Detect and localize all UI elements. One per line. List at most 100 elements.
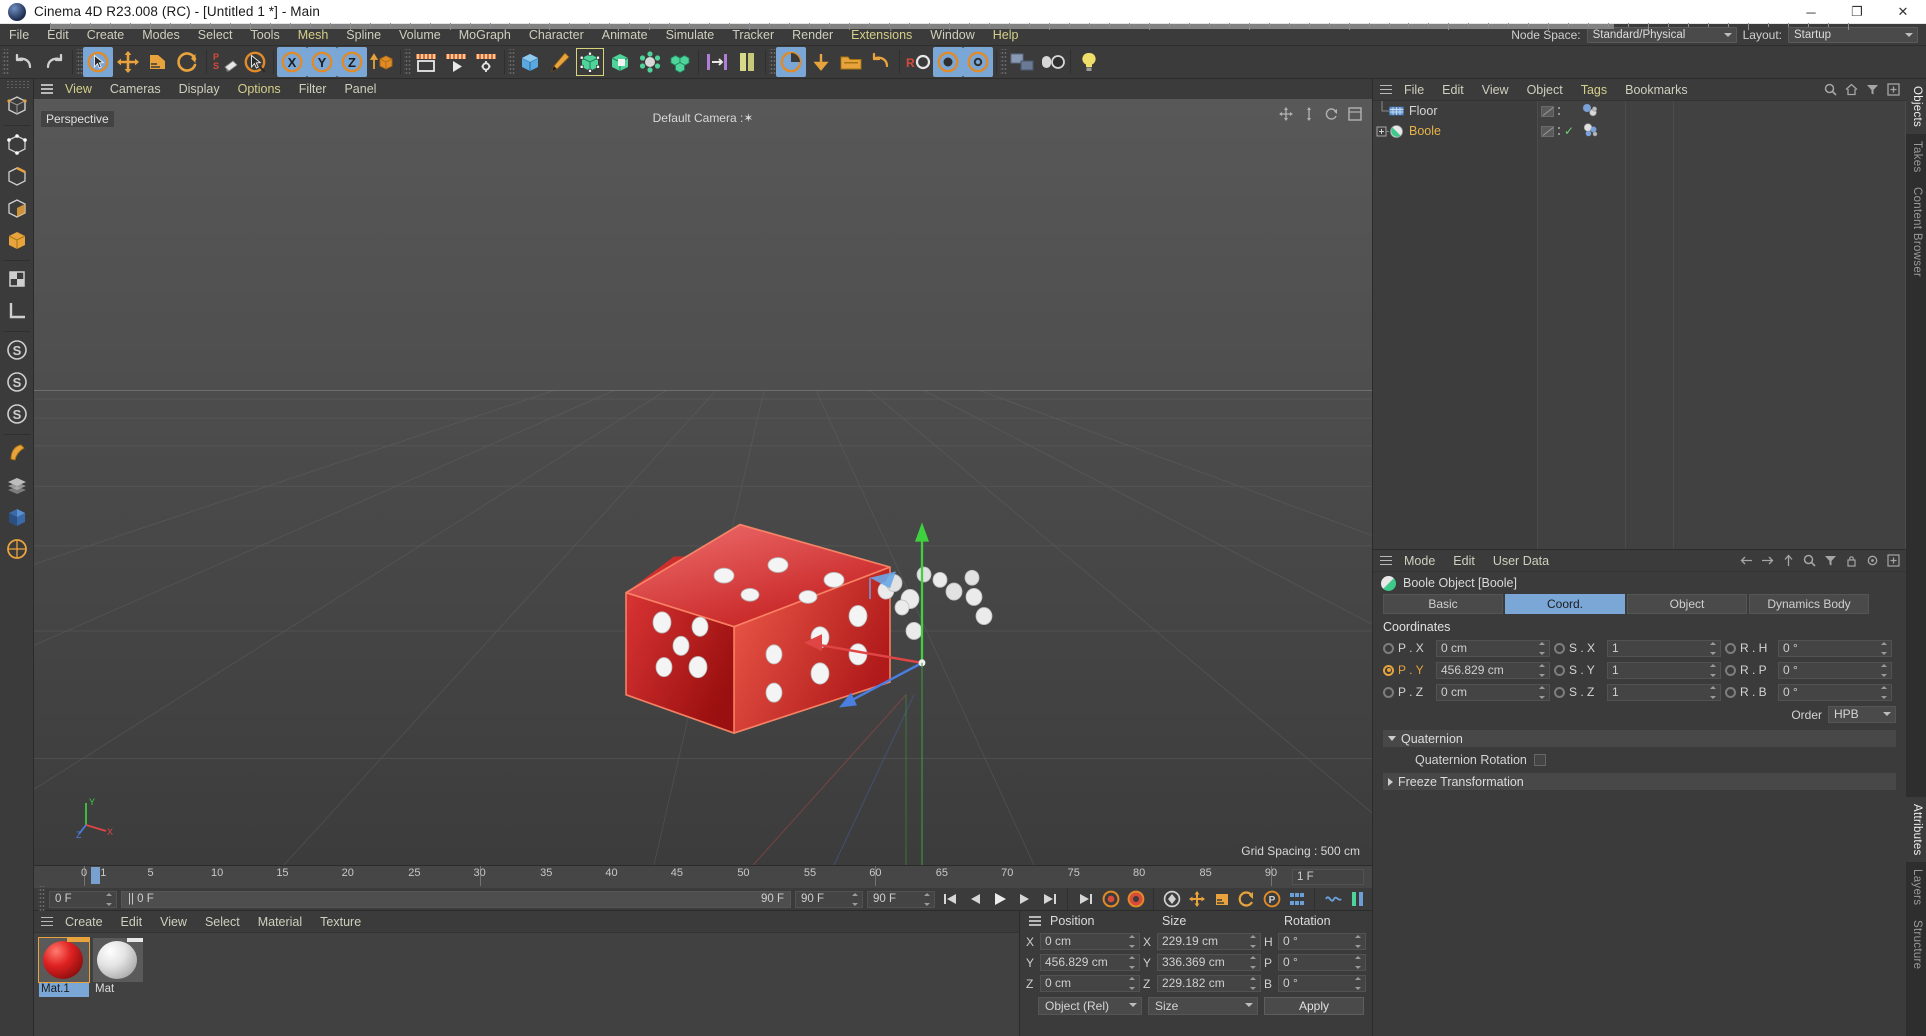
toolbar-grip[interactable] bbox=[2, 49, 9, 75]
autokeying-button[interactable] bbox=[1125, 890, 1146, 909]
expand-icon[interactable] bbox=[1887, 554, 1900, 567]
spinner-icon[interactable] bbox=[1355, 977, 1363, 990]
point-mode-button[interactable] bbox=[2, 129, 32, 159]
viewport-menu-display[interactable]: Display bbox=[170, 79, 229, 99]
position-x-field[interactable]: 0 cm bbox=[1040, 933, 1140, 950]
light-setup-button[interactable] bbox=[1074, 47, 1104, 77]
dock-tab-attributes[interactable]: Attributes bbox=[1906, 796, 1926, 863]
current-frame-field[interactable]: 0 F bbox=[49, 890, 117, 908]
layer-dots-icon[interactable] bbox=[1557, 106, 1561, 117]
arrange-objects-button[interactable] bbox=[702, 47, 732, 77]
checker-pattern-button[interactable] bbox=[2, 502, 32, 532]
scale-x-field[interactable]: 1 bbox=[1607, 639, 1721, 657]
enable-snapping-button[interactable]: S bbox=[2, 367, 32, 397]
add-cube-object-button[interactable] bbox=[515, 47, 545, 77]
object-name-floor[interactable]: Floor bbox=[1409, 104, 1437, 118]
go-to-end-button[interactable] bbox=[1039, 890, 1060, 909]
maximize-button[interactable]: ❐ bbox=[1834, 0, 1880, 24]
position-y-field[interactable]: 456.829 cm bbox=[1436, 661, 1550, 679]
toolbar-grip[interactable] bbox=[508, 49, 515, 75]
rotation-h-field[interactable]: 0 ° bbox=[1778, 639, 1892, 657]
autokey-button[interactable] bbox=[933, 47, 963, 77]
position-keyframe-button[interactable] bbox=[1186, 890, 1207, 909]
viewport-menu-panel[interactable]: Panel bbox=[335, 79, 385, 99]
spinner-icon[interactable] bbox=[1881, 663, 1889, 677]
toolbar-grip[interactable] bbox=[1000, 49, 1007, 75]
size-y-field[interactable]: 336.369 cm bbox=[1157, 954, 1261, 971]
spinner-icon[interactable] bbox=[1539, 663, 1547, 677]
material-menu-texture[interactable]: Texture bbox=[311, 911, 370, 933]
apply-button[interactable]: Apply bbox=[1264, 997, 1364, 1015]
freeze-transformation-header[interactable]: Freeze Transformation bbox=[1383, 773, 1896, 790]
attributes-hamburger-icon[interactable] bbox=[1377, 554, 1395, 568]
position-y-field[interactable]: 456.829 cm bbox=[1040, 954, 1140, 971]
rotation-b-field[interactable]: 0 ° bbox=[1278, 975, 1366, 992]
spinner-icon[interactable] bbox=[106, 892, 114, 906]
material-hamburger-icon[interactable] bbox=[38, 915, 56, 929]
viewport-interactive-render-button[interactable] bbox=[776, 47, 806, 77]
enable-axis-modification-button[interactable]: S bbox=[2, 335, 32, 365]
record-active-objects-button[interactable] bbox=[1100, 890, 1121, 909]
preview-min-field[interactable]: 90 F bbox=[795, 890, 863, 908]
lock-y-axis-button[interactable]: Y bbox=[307, 47, 337, 77]
dock-tab-takes[interactable]: Takes bbox=[1906, 134, 1926, 180]
toolbar-grip[interactable] bbox=[404, 49, 411, 75]
rotation-p-radio[interactable] bbox=[1725, 664, 1736, 676]
position-x-radio[interactable] bbox=[1383, 642, 1394, 654]
psr-coordinate-system-button[interactable]: PS bbox=[210, 47, 240, 77]
material-name[interactable]: Mat.1 bbox=[39, 982, 89, 997]
up-arrow-icon[interactable] bbox=[1782, 554, 1795, 567]
size-x-field[interactable]: 229.19 cm bbox=[1157, 933, 1261, 950]
move-down-button[interactable] bbox=[806, 47, 836, 77]
lock-z-axis-button[interactable]: Z bbox=[337, 47, 367, 77]
object-menu-bookmarks[interactable]: Bookmarks bbox=[1616, 79, 1697, 101]
undo-button[interactable] bbox=[9, 47, 39, 77]
material-name[interactable]: Mat bbox=[93, 982, 143, 997]
dock-tab-structure[interactable]: Structure bbox=[1906, 913, 1926, 976]
spinner-icon[interactable] bbox=[1250, 935, 1258, 948]
spinner-icon[interactable] bbox=[1710, 685, 1718, 699]
quantize-button[interactable]: S bbox=[2, 399, 32, 429]
spinner-icon[interactable] bbox=[1129, 956, 1137, 969]
attributes-menu-mode[interactable]: Mode bbox=[1395, 550, 1444, 572]
home-icon[interactable] bbox=[1845, 83, 1858, 96]
material-item[interactable]: Mat.1 bbox=[38, 937, 90, 997]
record-keyframe-button[interactable]: R bbox=[903, 47, 933, 77]
spinner-icon[interactable] bbox=[1539, 685, 1547, 699]
material-thumbnail[interactable] bbox=[93, 938, 143, 982]
perspective-viewport[interactable]: Perspective Default Camera :✶ Y X Z Grid… bbox=[34, 99, 1372, 865]
model-mode-button[interactable] bbox=[2, 225, 32, 255]
material-list[interactable]: Mat.1 Mat bbox=[34, 933, 1019, 1036]
position-x-field[interactable]: 0 cm bbox=[1436, 639, 1550, 657]
object-tree[interactable]: Floor Boole bbox=[1373, 101, 1538, 549]
keyframe-selection-button[interactable] bbox=[1161, 890, 1182, 909]
lock-x-axis-button[interactable]: X bbox=[277, 47, 307, 77]
layer-dots-icon[interactable] bbox=[1557, 126, 1561, 137]
open-content-browser-button[interactable] bbox=[836, 47, 866, 77]
search-icon[interactable] bbox=[1824, 83, 1837, 96]
object-row-floor[interactable]: Floor bbox=[1373, 101, 1537, 121]
timeline-ruler[interactable]: 0 1 5 10 15 20 25 30 35 40 45 50 55 60 6… bbox=[34, 866, 1372, 888]
expand-icon[interactable] bbox=[1887, 83, 1900, 96]
loop-playback-button[interactable] bbox=[1075, 890, 1096, 909]
order-select[interactable]: HPB bbox=[1828, 706, 1896, 723]
parameter-keyframe-button[interactable]: P bbox=[1261, 890, 1282, 909]
object-manager[interactable]: Floor Boole ✓ bbox=[1373, 101, 1906, 549]
object-menu-object[interactable]: Object bbox=[1518, 79, 1572, 101]
rotation-p-field[interactable]: 0 ° bbox=[1778, 661, 1892, 679]
spinner-icon[interactable] bbox=[1710, 641, 1718, 655]
left-palette-grip[interactable] bbox=[4, 81, 29, 88]
dock-tab-objects[interactable]: Objects bbox=[1906, 79, 1926, 135]
viewport-menu-filter[interactable]: Filter bbox=[290, 79, 336, 99]
object-row-boole[interactable]: Boole bbox=[1373, 121, 1537, 141]
timeline-playhead[interactable] bbox=[91, 867, 101, 884]
play-button[interactable] bbox=[989, 890, 1010, 909]
viewport-menu-view[interactable]: View bbox=[56, 79, 101, 99]
coordinates-hamburger-icon[interactable] bbox=[1026, 914, 1044, 928]
weight-tool-button[interactable] bbox=[963, 47, 993, 77]
go-to-start-button[interactable] bbox=[939, 890, 960, 909]
lock-icon[interactable] bbox=[1845, 554, 1858, 567]
object-manager-hamburger-icon[interactable] bbox=[1377, 83, 1395, 97]
boole-tag-icon[interactable] bbox=[1582, 122, 1599, 140]
spinner-icon[interactable] bbox=[1355, 956, 1363, 969]
